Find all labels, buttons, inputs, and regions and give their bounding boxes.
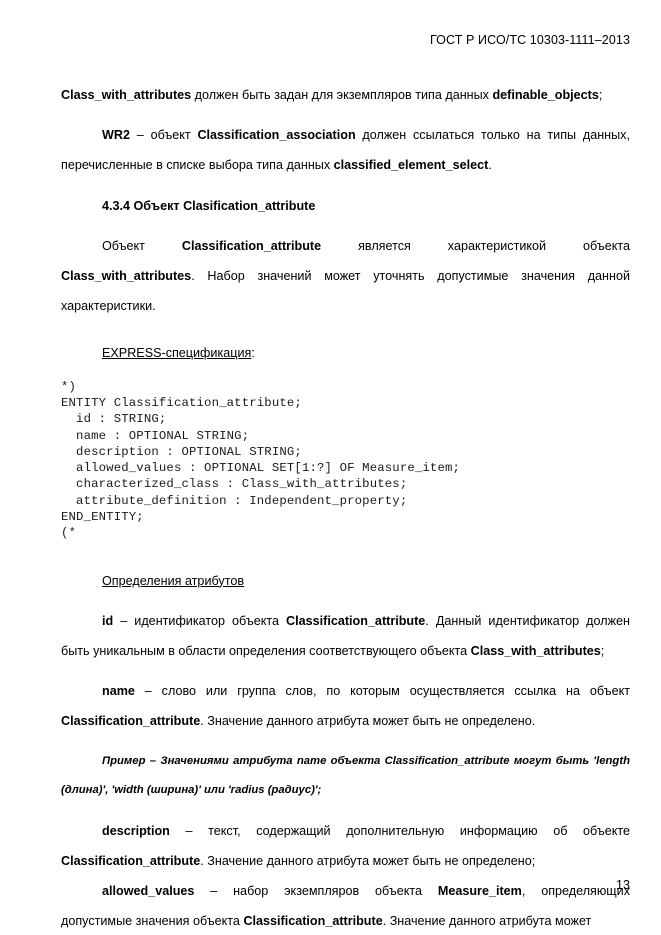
paragraph-class-with-attributes: Class_with_attributes должен быть задан … (61, 80, 630, 110)
label-wr2: WR2 (102, 128, 130, 143)
term-classification-attribute-id: Classification_attribute (286, 613, 426, 628)
term-classified-element-select: classified_element_select (333, 158, 489, 173)
term-classification-attribute: Classification_attribute (181, 238, 322, 253)
express-label-tail: : (251, 346, 255, 361)
paragraph-attribute-description: description – текст, содержащий дополнит… (61, 816, 630, 876)
attr-av-text-a: – набор экземпляров объекта (194, 884, 438, 899)
attr-av-text-c: . Значение данного атрибута может (382, 914, 592, 929)
paragraph-attribute-name: name – слово или группа слов, по которым… (61, 676, 630, 736)
term-classification-attribute-desc: Classification_attribute (61, 853, 201, 868)
attr-id-text-a: – идентификатор объекта (113, 613, 287, 628)
attr-name-text-a: – слово или группа слов, по которым осущ… (134, 684, 630, 699)
example-note: Пример – Значениями атрибута name объект… (61, 754, 630, 797)
attr-name-allowed-values: allowed_values (102, 884, 195, 899)
paragraph-attribute-allowed-values: allowed_values – набор экземпляров объек… (61, 876, 630, 935)
paragraph-intro-classification-attribute: Объект Classification_attribute является… (61, 231, 630, 322)
label-attribute-definitions: Определения атрибутов (61, 566, 630, 596)
express-code-block: *) ENTITY Classification_attribute; id :… (61, 379, 461, 541)
wr2-text-a: – объект (130, 128, 198, 143)
page-number: 13 (615, 878, 630, 892)
p1-text-end: ; (598, 88, 603, 102)
attr-name-description: description (102, 823, 170, 838)
wr2-text-c: . (488, 158, 492, 173)
section-heading-4-3-4: 4.3.4 Объект Clasification_attribute (102, 198, 316, 213)
term-class-with-attributes-3: Class_with_attributes (470, 644, 601, 658)
intro-text-b: является характеристикой объекта (321, 238, 630, 253)
attr-name-name: name (102, 684, 135, 699)
attr-id-text-c: ; (600, 644, 605, 658)
page-content: Class_with_attributes должен быть задан … (61, 80, 630, 935)
attr-name-text-b: . Значение данного атрибута может быть н… (200, 714, 536, 729)
attr-desc-text-b: . Значение данного атрибута может быть н… (200, 853, 536, 868)
label-express-specification: EXPRESS-спецификация: (61, 338, 630, 368)
term-classification-attribute-name: Classification_attribute (61, 714, 201, 729)
page-header: ГОСТ Р ИСО/ТС 10303-1111–2013 (430, 33, 630, 47)
document-page: ГОСТ Р ИСО/ТС 10303-1111–2013 Class_with… (0, 0, 661, 935)
intro-text-a: Объект (102, 238, 182, 253)
attr-name-id: id (102, 613, 114, 628)
term-definable-objects: definable_objects (492, 88, 599, 102)
attr-desc-text-a: – текст, содержащий дополнительную инфор… (169, 823, 631, 838)
term-classification-attribute-av: Classification_attribute (243, 914, 383, 929)
paragraph-wr2: WR2 – объект Classification_association … (61, 120, 630, 180)
term-measure-item: Measure_item (437, 884, 522, 899)
paragraph-attribute-id: id – идентификатор объекта Classificatio… (61, 606, 630, 666)
term-class-with-attributes-2: Class_with_attributes (61, 269, 192, 284)
p1-text-mid: должен быть задан для экземпляров типа д… (191, 88, 493, 102)
term-class-with-attributes: Class_with_attributes (61, 88, 192, 102)
express-label-underlined: EXPRESS-спецификация (102, 346, 252, 361)
term-classification-association: Classification_association (197, 128, 356, 143)
attr-defs-underlined: Определения атрибутов (102, 573, 245, 588)
